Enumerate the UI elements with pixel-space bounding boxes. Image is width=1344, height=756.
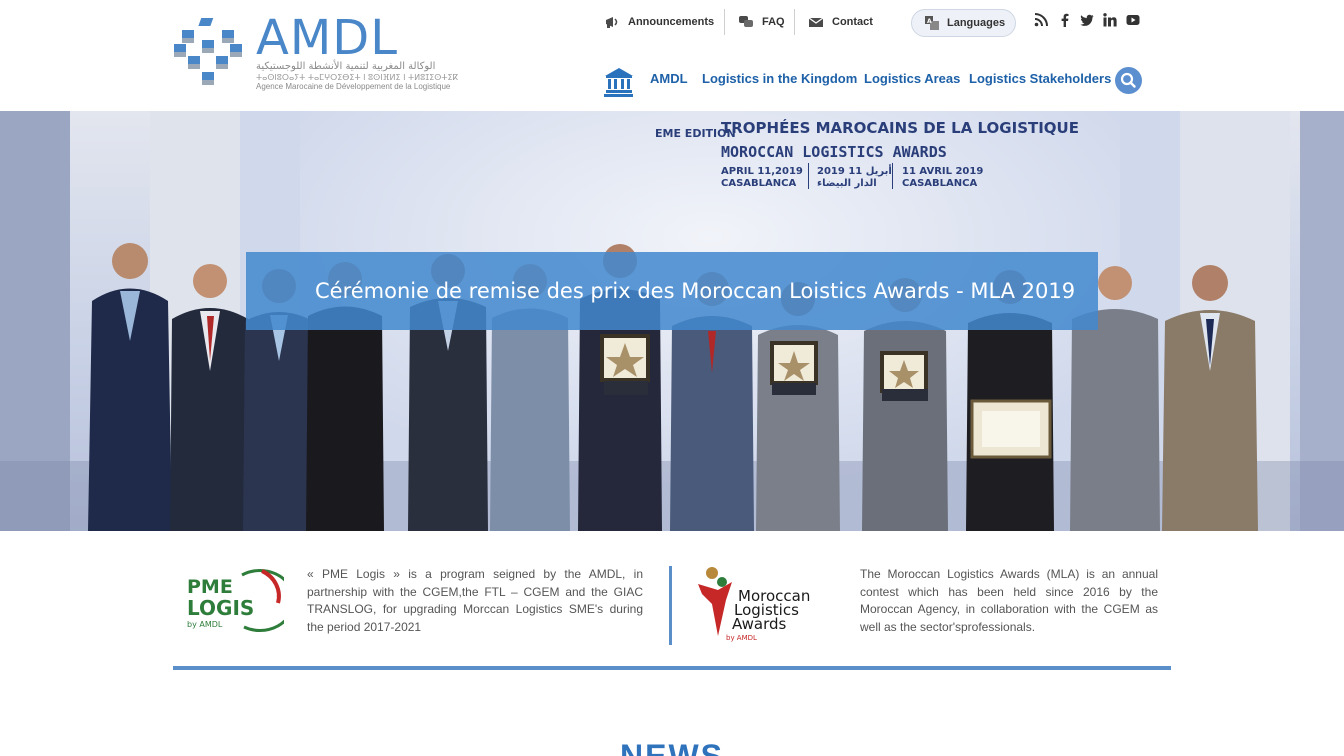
announcements-label: Announcements bbox=[628, 16, 715, 28]
pme-logo-by: by AMDL bbox=[187, 620, 223, 629]
faq-bubbles-icon bbox=[739, 16, 753, 27]
envelope-icon bbox=[808, 17, 824, 27]
util-divider bbox=[724, 9, 725, 35]
logo-arabic-name: الوكالة المغربية لتنمية الأنشطة اللوجستي… bbox=[256, 61, 436, 72]
languages-button[interactable]: A Languages bbox=[911, 9, 1016, 37]
logo-french-name: Agence Marocaine de Développement de la … bbox=[256, 82, 451, 91]
contact-link[interactable]: Contact bbox=[808, 9, 873, 35]
amdl-cubes-icon bbox=[174, 18, 242, 85]
rss-icon[interactable] bbox=[1034, 13, 1048, 27]
mla-description: The Moroccan Logistics Awards (MLA) is a… bbox=[860, 567, 1158, 634]
mla-logo-by: by AMDL bbox=[726, 634, 757, 642]
hero-slider[interactable]: EME EDITION TROPHÉES MAROCAINS DE LA LOG… bbox=[0, 111, 1344, 531]
linkedin-icon[interactable] bbox=[1103, 13, 1117, 27]
search-icon bbox=[1120, 72, 1136, 88]
mla-emblem: Moroccan Logistics Awards by AMDL bbox=[698, 567, 810, 642]
nav-item-amdl[interactable]: AMDL bbox=[650, 71, 688, 87]
svg-text:A: A bbox=[927, 18, 932, 25]
programs-divider bbox=[669, 566, 672, 645]
amdl-logo[interactable]: AMDL الوكالة المغربية لتنمية الأنشطة الل… bbox=[172, 10, 458, 96]
pme-logis-emblem: PME LOGIS by AMDL bbox=[187, 568, 296, 632]
nav-item-logistics-areas[interactable]: Logistics Areas bbox=[864, 71, 960, 87]
home-building-icon[interactable] bbox=[604, 64, 634, 98]
slide-caption[interactable]: Cérémonie de remise des prix des Morocca… bbox=[246, 252, 1098, 330]
news-section-title: NEWS bbox=[620, 738, 724, 756]
contact-label: Contact bbox=[832, 16, 873, 28]
youtube-icon[interactable] bbox=[1126, 13, 1140, 27]
nav-item-logistics-kingdom[interactable]: Logistics in the Kingdom bbox=[702, 71, 857, 87]
util-divider bbox=[794, 9, 795, 35]
faq-label: FAQ bbox=[762, 16, 785, 28]
banner-line1: TROPHÉES MAROCAINS DE LA LOGISTIQUE bbox=[721, 118, 1079, 137]
slide-caption-text: Cérémonie de remise des prix des Morocca… bbox=[315, 279, 1076, 303]
logo-wordmark: AMDL bbox=[256, 10, 398, 66]
mla-logo-line3: Awards bbox=[732, 615, 787, 633]
nav-active-indicator bbox=[604, 94, 633, 97]
banner-date-left: APRIL 11,2019 bbox=[721, 166, 803, 177]
languages-label: Languages bbox=[947, 17, 1006, 29]
banner-date-right: 11 AVRIL 2019 bbox=[902, 166, 983, 177]
pme-logo-line2: LOGIS bbox=[187, 596, 254, 620]
banner-city-right: CASABLANCA bbox=[902, 178, 977, 189]
facebook-icon[interactable] bbox=[1058, 13, 1072, 27]
banner-line2: MOROCCAN LOGISTICS AWARDS bbox=[721, 143, 947, 161]
pme-logis-logo[interactable]: PME LOGIS by AMDL bbox=[184, 565, 296, 633]
banner-city-left: CASABLANCA bbox=[721, 178, 796, 189]
megaphone-icon bbox=[606, 17, 618, 28]
pme-logis-description: « PME Logis » is a program seigned by th… bbox=[307, 567, 643, 634]
site-header: AMDL الوكالة المغربية لتنمية الأنشطة الل… bbox=[0, 0, 1344, 111]
pme-logo-line1: PME bbox=[187, 576, 233, 598]
faq-link[interactable]: FAQ bbox=[738, 9, 785, 35]
banner-city-mid: الدار البيضاء bbox=[817, 178, 877, 189]
nav-item-logistics-stakeholders[interactable]: Logistics Stakeholders bbox=[969, 71, 1111, 87]
announcements-link[interactable]: Announcements bbox=[604, 9, 714, 35]
mla-logo[interactable]: Moroccan Logistics Awards by AMDL bbox=[696, 564, 838, 644]
search-button[interactable] bbox=[1115, 67, 1142, 94]
banner-date-mid: 2019 11 أبريل bbox=[817, 164, 892, 177]
translate-icon: A bbox=[925, 16, 939, 30]
section-underline bbox=[173, 666, 1171, 670]
twitter-icon[interactable] bbox=[1080, 13, 1094, 27]
